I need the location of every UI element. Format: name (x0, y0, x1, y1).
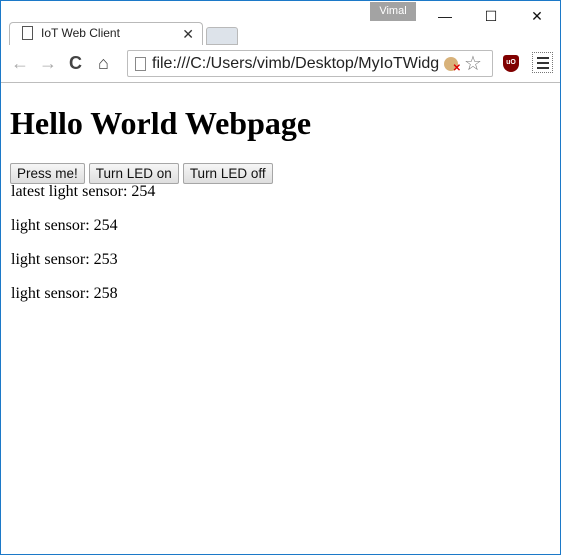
turn-led-off-button[interactable]: Turn LED off (182, 163, 273, 184)
back-icon[interactable]: ← (11, 54, 29, 72)
page-icon (22, 26, 33, 40)
press-me-button[interactable]: Press me! (10, 163, 85, 184)
page-heading: Hello World Webpage (10, 105, 312, 141)
light-sensor-reading: light sensor: 253 (11, 251, 118, 268)
tab-title: IoT Web Client (41, 26, 120, 40)
file-icon (135, 56, 146, 71)
title-bar: Vimal — ☐ ✕ IoT Web Client ✕ (1, 1, 560, 47)
bookmark-star-icon[interactable]: ☆ (464, 51, 482, 76)
maximize-button[interactable]: ☐ (468, 1, 514, 31)
menu-icon[interactable] (532, 52, 553, 73)
reload-icon[interactable]: C (69, 54, 82, 72)
close-tab-icon[interactable]: ✕ (182, 26, 194, 43)
profile-badge[interactable]: Vimal (370, 2, 416, 21)
light-sensor-reading: light sensor: 254 (11, 217, 118, 234)
new-tab-button[interactable] (206, 27, 238, 45)
home-icon[interactable]: ⌂ (98, 54, 109, 72)
tab-iot-web-client[interactable]: IoT Web Client ✕ (9, 22, 203, 47)
forward-icon[interactable]: → (39, 54, 57, 72)
close-window-button[interactable]: ✕ (514, 1, 560, 31)
minimize-button[interactable]: — (422, 1, 468, 31)
latest-light-sensor-reading: latest light sensor: 254 (11, 183, 156, 200)
ublock-extension-icon[interactable]: uO (503, 55, 519, 72)
page-content: Hello World Webpage Press me! Turn LED o… (1, 83, 560, 554)
light-sensor-reading: light sensor: 258 (11, 285, 118, 302)
browser-window: Vimal — ☐ ✕ IoT Web Client ✕ ← → C ⌂ fil… (0, 0, 561, 555)
browser-toolbar: ← → C ⌂ file:///C:/Users/vimb/Desktop/My… (1, 45, 560, 83)
address-bar[interactable]: file:///C:/Users/vimb/Desktop/MyIoTWidg … (127, 50, 493, 77)
turn-led-on-button[interactable]: Turn LED on (88, 163, 179, 184)
cookie-blocked-icon[interactable]: ✕ (444, 56, 461, 74)
button-row: Press me! Turn LED on Turn LED off (10, 163, 273, 184)
url-text[interactable]: file:///C:/Users/vimb/Desktop/MyIoTWidg (152, 55, 444, 73)
